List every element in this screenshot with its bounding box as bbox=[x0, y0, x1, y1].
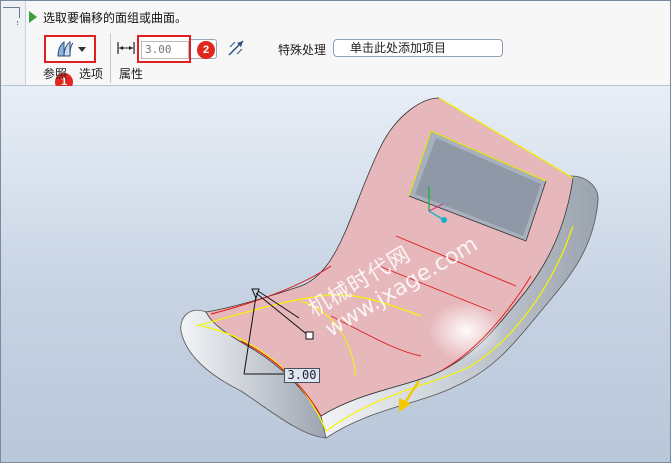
dropdown-arrow-icon[interactable] bbox=[77, 46, 86, 52]
tool-row: 1 3.00 2 特殊处理 单击此处添加项目 bbox=[29, 29, 669, 91]
graphics-viewport[interactable]: 机械时代网 www.jxage.com 3.00 bbox=[1, 86, 670, 462]
app-window: 选取要偏移的面组或曲面。 1 3.00 2 特殊处理 单击此处添加项目 参照 选… bbox=[0, 0, 671, 463]
callout-badge-2: 2 bbox=[197, 41, 215, 59]
dashboard-tabs: 参照 选项 属性 bbox=[29, 65, 151, 83]
tab-references[interactable]: 参照 bbox=[39, 65, 71, 83]
tab-properties[interactable]: 属性 bbox=[111, 65, 151, 83]
tab-options[interactable]: 选项 bbox=[71, 65, 111, 83]
offset-dimension-icon bbox=[117, 42, 135, 54]
prompt-message: 选取要偏移的面组或曲面。 bbox=[43, 10, 188, 25]
corner-dots bbox=[17, 21, 20, 25]
flip-direction-icon[interactable] bbox=[226, 38, 246, 58]
message-row: 选取要偏移的面组或曲面。 bbox=[29, 8, 187, 26]
offset-value-input[interactable]: 3.00 bbox=[141, 41, 189, 59]
arrow-right-icon bbox=[29, 11, 37, 23]
offset-dashboard: 选取要偏移的面组或曲面。 1 3.00 2 特殊处理 单击此处添加项目 参照 选… bbox=[1, 1, 670, 91]
offset-value-highlight: 3.00 bbox=[137, 35, 191, 63]
dashboard-collapse-tab[interactable] bbox=[1, 1, 26, 85]
offset-surface-icon bbox=[56, 41, 73, 57]
corner-notch bbox=[3, 7, 20, 18]
offset-type-button[interactable] bbox=[44, 35, 96, 63]
special-handling-label: 特殊处理 bbox=[278, 43, 327, 57]
special-handling-field[interactable]: 单击此处添加项目 bbox=[333, 39, 503, 57]
dimension-value-label[interactable]: 3.00 bbox=[284, 368, 320, 383]
